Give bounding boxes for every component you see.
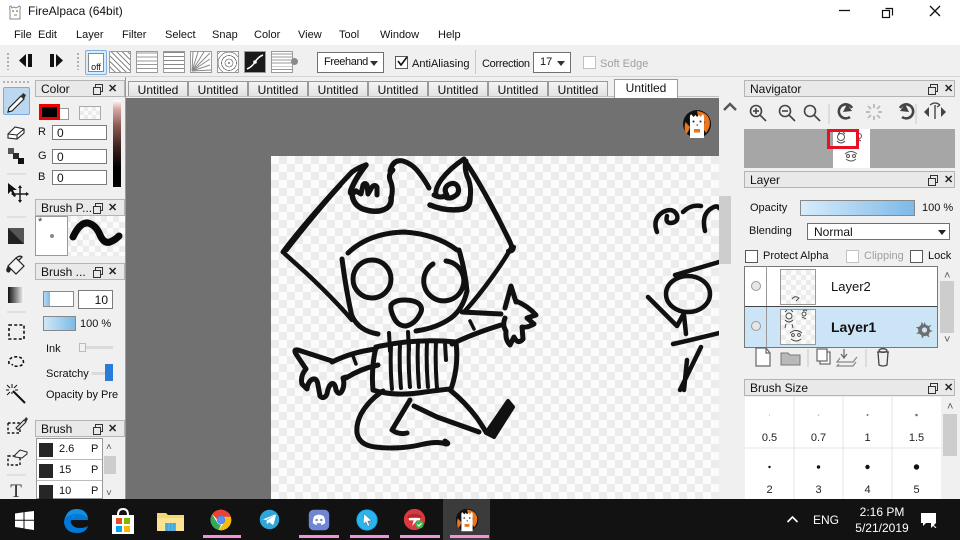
svg-text:5: 5	[913, 484, 919, 496]
svg-text:0.7: 0.7	[811, 432, 826, 444]
svg-text:1.5: 1.5	[909, 432, 924, 444]
svg-text:0.5: 0.5	[762, 432, 777, 444]
svg-text:3: 3	[815, 484, 821, 496]
svg-text:4: 4	[864, 484, 870, 496]
svg-text:T: T	[10, 481, 22, 499]
svg-text:1: 1	[864, 432, 870, 444]
svg-text:2: 2	[766, 484, 772, 496]
